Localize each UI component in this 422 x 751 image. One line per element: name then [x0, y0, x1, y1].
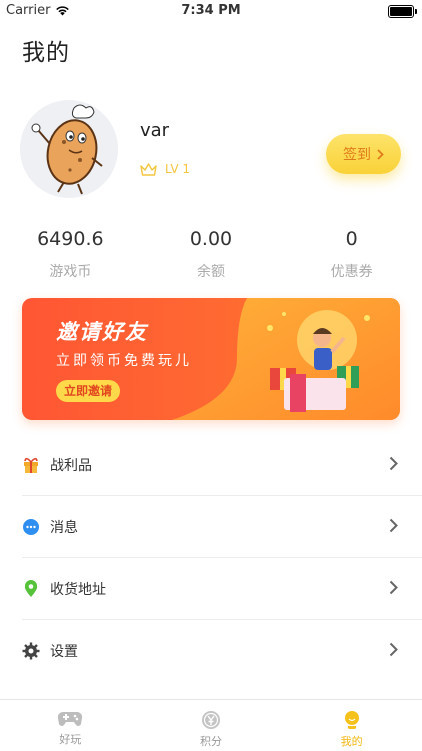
menu-list: 战利品 消息 收货地址 设置: [0, 434, 422, 681]
menu-item-settings[interactable]: 设置: [22, 620, 422, 681]
stat-coupons[interactable]: 0 优惠券: [281, 228, 422, 281]
tab-label: 好玩: [59, 733, 82, 746]
chevron-right-icon: [377, 148, 384, 160]
banner-title: 邀请好友: [56, 320, 148, 344]
tab-play[interactable]: 好玩: [0, 700, 141, 751]
tab-mine[interactable]: 我的: [281, 700, 422, 751]
points-icon: [202, 711, 220, 729]
signin-button[interactable]: 签到: [326, 134, 401, 174]
tab-points[interactable]: 积分: [141, 700, 282, 751]
gift-icon: [22, 456, 40, 474]
status-time: 7:34 PM: [181, 3, 241, 18]
chevron-right-icon: [389, 580, 398, 595]
menu-label: 收货地址: [50, 581, 106, 598]
status-bar: Carrier 7:34 PM: [0, 0, 422, 22]
chevron-right-icon: [389, 456, 398, 471]
stat-label: 优惠券: [330, 264, 373, 280]
chevron-right-icon: [389, 518, 398, 533]
gear-icon: [22, 642, 40, 660]
tab-label: 我的: [340, 735, 363, 748]
stat-balance[interactable]: 0.00 余额: [141, 228, 282, 281]
invite-now-button[interactable]: 立即邀请: [56, 380, 121, 402]
stat-label: 余额: [197, 264, 225, 280]
menu-item-loot[interactable]: 战利品: [22, 434, 422, 496]
battery-icon: [388, 5, 417, 18]
level-badge: LV 1: [140, 162, 190, 176]
banner-subtitle: 立即领币免费玩儿: [56, 353, 192, 369]
menu-label: 设置: [50, 643, 78, 660]
profile-icon: [344, 711, 359, 730]
menu-label: 消息: [50, 519, 78, 536]
gamepad-icon: [58, 711, 83, 726]
stat-game-coins[interactable]: 6490.6 游戏币: [0, 228, 141, 281]
username: var: [140, 120, 170, 141]
stat-value: 0: [345, 228, 358, 250]
stat-label: 游戏币: [49, 264, 92, 280]
stat-value: 0.00: [189, 228, 233, 250]
tab-bar: 好玩 积分 我的: [0, 699, 422, 751]
message-icon: [22, 518, 40, 536]
menu-label: 战利品: [50, 457, 92, 474]
avatar[interactable]: [20, 100, 118, 198]
tab-label: 积分: [200, 735, 222, 748]
location-icon: [22, 579, 40, 598]
level-label: LV 1: [165, 162, 191, 176]
stat-value: 6490.6: [37, 228, 104, 250]
chevron-right-icon: [389, 642, 398, 657]
potato-avatar-illustration: [20, 100, 118, 198]
invite-banner[interactable]: 邀请好友 立即领币免费玩儿 立即邀请: [22, 298, 400, 420]
page-title: 我的: [22, 40, 70, 66]
signin-label: 签到: [343, 147, 371, 163]
crown-icon: [140, 162, 157, 176]
menu-item-shipping-address[interactable]: 收货地址: [22, 558, 422, 620]
menu-item-messages[interactable]: 消息: [22, 496, 422, 558]
stats-row: 6490.6 游戏币 0.00 余额 0 优惠券: [0, 228, 422, 281]
